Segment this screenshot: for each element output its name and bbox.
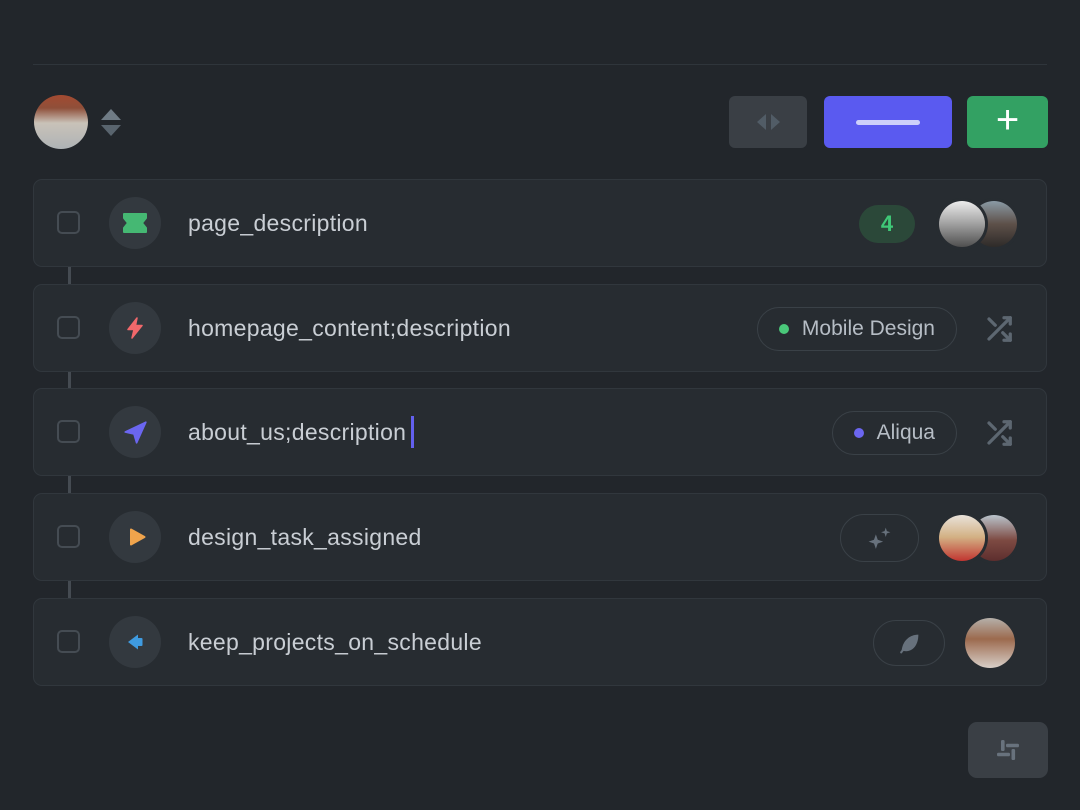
- ticket-icon: [109, 197, 161, 249]
- sort-toggle[interactable]: [101, 109, 121, 136]
- task-title: homepage_content;description: [188, 285, 511, 371]
- task-row[interactable]: about_us;description Aliqua: [33, 388, 1047, 476]
- expand-left-icon: [757, 114, 766, 130]
- sort-up-icon: [101, 109, 121, 120]
- assignee-avatars[interactable]: [939, 200, 1017, 248]
- tag-pill[interactable]: Aliqua: [832, 411, 957, 455]
- sparkles-pill[interactable]: [840, 514, 919, 562]
- text-cursor: [411, 416, 414, 448]
- header-divider: [33, 64, 1047, 65]
- row-connector: [68, 476, 71, 493]
- sort-down-icon: [101, 125, 121, 136]
- settings-button[interactable]: [968, 722, 1048, 778]
- avatar: [939, 201, 985, 247]
- tag-pill[interactable]: Mobile Design: [757, 307, 957, 351]
- navigation-icon: [109, 406, 161, 458]
- assignee-avatars[interactable]: [939, 514, 1017, 562]
- row-connector: [68, 581, 71, 598]
- leaf-pill[interactable]: [873, 620, 945, 666]
- task-row[interactable]: design_task_assigned: [33, 493, 1047, 581]
- leaf-icon: [897, 631, 922, 656]
- count-badge[interactable]: 4: [859, 205, 915, 243]
- task-row[interactable]: homepage_content;description Mobile Desi…: [33, 284, 1047, 372]
- task-title: keep_projects_on_schedule: [188, 599, 482, 685]
- row-connector: [68, 267, 71, 284]
- sliders-icon: [993, 735, 1023, 765]
- checkbox[interactable]: [57, 211, 80, 234]
- minimized-label-line: [856, 120, 920, 125]
- bolt-icon: [109, 302, 161, 354]
- primary-action-button[interactable]: [824, 96, 952, 148]
- tag-label: Mobile Design: [802, 317, 935, 341]
- avatar: [939, 515, 985, 561]
- tag-dot: [779, 324, 789, 334]
- current-user-avatar[interactable]: [34, 95, 88, 149]
- checkbox[interactable]: [57, 316, 80, 339]
- task-title-editing[interactable]: about_us;description: [188, 389, 414, 475]
- task-row[interactable]: page_description 4: [33, 179, 1047, 267]
- tag-label: Aliqua: [877, 421, 935, 445]
- shuffle-icon[interactable]: [984, 314, 1014, 344]
- shuffle-icon[interactable]: [984, 418, 1014, 448]
- expand-button[interactable]: [729, 96, 807, 148]
- task-title: page_description: [188, 180, 368, 266]
- tag-dot: [854, 428, 864, 438]
- play-icon: [109, 511, 161, 563]
- checkbox[interactable]: [57, 630, 80, 653]
- assignee-avatar[interactable]: [965, 618, 1015, 668]
- sparkles-icon: [866, 525, 893, 552]
- task-title: about_us;description: [188, 419, 406, 446]
- add-button[interactable]: +: [967, 96, 1048, 148]
- checkbox[interactable]: [57, 525, 80, 548]
- speaker-icon: [109, 616, 161, 668]
- row-connector: [68, 372, 71, 388]
- task-row[interactable]: keep_projects_on_schedule: [33, 598, 1047, 686]
- task-title: design_task_assigned: [188, 494, 422, 580]
- checkbox[interactable]: [57, 420, 80, 443]
- expand-right-icon: [771, 114, 780, 130]
